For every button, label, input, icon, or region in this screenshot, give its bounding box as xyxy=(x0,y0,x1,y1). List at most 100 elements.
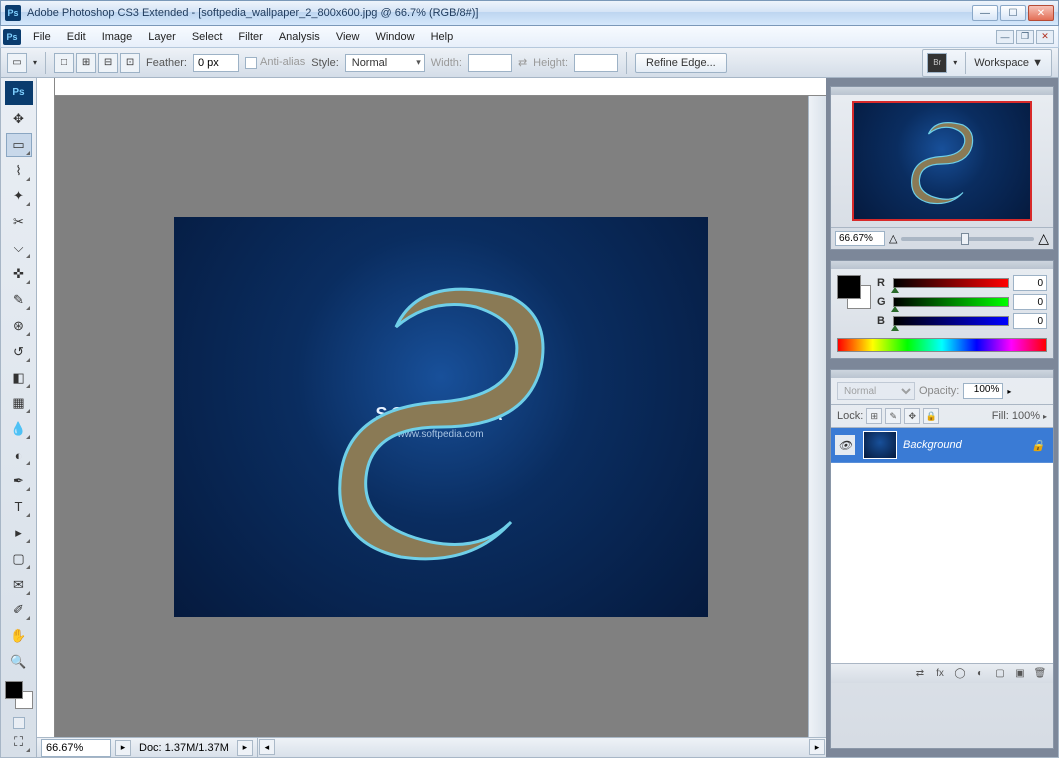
app-menu-icon[interactable]: Ps xyxy=(3,29,21,45)
menu-file[interactable]: File xyxy=(25,29,59,45)
screen-mode-toggle[interactable]: ⛶ xyxy=(6,730,32,754)
doc-minimize-button[interactable]: — xyxy=(996,30,1014,44)
status-menu-icon[interactable]: ▸ xyxy=(115,740,131,756)
ruler-horizontal[interactable] xyxy=(37,78,826,96)
lock-position-icon[interactable]: ✥ xyxy=(904,408,920,424)
navigator-zoom-slider[interactable] xyxy=(901,237,1034,241)
path-select-tool[interactable]: ▸ xyxy=(6,521,32,545)
sel-subtract-icon[interactable]: ⊟ xyxy=(98,53,118,73)
eyedropper-tool[interactable]: ✐ xyxy=(6,599,32,623)
notes-tool[interactable]: ✉ xyxy=(6,573,32,597)
menu-analysis[interactable]: Analysis xyxy=(271,29,328,45)
b-input[interactable] xyxy=(1013,313,1047,329)
new-layer-icon[interactable]: ▣ xyxy=(1011,666,1029,682)
layer-thumbnail[interactable] xyxy=(863,431,897,459)
navigator-zoom-input[interactable]: 66.67% xyxy=(835,231,885,246)
b-slider[interactable] xyxy=(893,316,1009,326)
menu-image[interactable]: Image xyxy=(94,29,141,45)
sel-intersect-icon[interactable]: ⊡ xyxy=(120,53,140,73)
fill-flyout-icon[interactable]: ▸ xyxy=(1043,412,1047,421)
shape-tool[interactable]: ▢ xyxy=(6,547,32,571)
opacity-flyout-icon[interactable]: ▸ xyxy=(1007,387,1011,396)
scroll-left-icon[interactable]: ◂ xyxy=(259,739,275,755)
lock-all-icon[interactable]: 🔒 xyxy=(923,408,939,424)
zoom-tool[interactable]: 🔍 xyxy=(6,650,32,674)
r-input[interactable] xyxy=(1013,275,1047,291)
marquee-tool-preset-icon[interactable]: ▭ xyxy=(7,53,27,73)
stamp-tool[interactable]: ⊛ xyxy=(6,314,32,338)
adjustment-layer-icon[interactable]: ◐ xyxy=(971,666,989,682)
layer-visibility-icon[interactable]: 👁 xyxy=(835,435,855,455)
menu-window[interactable]: Window xyxy=(367,29,422,45)
layers-panel-grip[interactable] xyxy=(831,370,1053,378)
move-tool[interactable]: ✥ xyxy=(6,107,32,131)
r-slider[interactable] xyxy=(893,278,1009,288)
hand-tool[interactable]: ✋ xyxy=(6,624,32,648)
maximize-button[interactable]: ☐ xyxy=(1000,5,1026,21)
dodge-tool[interactable]: ◐ xyxy=(6,443,32,467)
menu-edit[interactable]: Edit xyxy=(59,29,94,45)
workspace-switcher[interactable]: Br ▾ Workspace ▼ xyxy=(922,49,1052,77)
pen-tool[interactable]: ✒ xyxy=(6,469,32,493)
scrollbar-vertical[interactable] xyxy=(808,96,826,737)
zoom-level-input[interactable]: 66.67% xyxy=(41,739,111,757)
group-icon[interactable]: ▢ xyxy=(991,666,1009,682)
delete-layer-icon[interactable]: 🗑 xyxy=(1031,666,1049,682)
eraser-tool[interactable]: ◧ xyxy=(6,366,32,390)
layer-mask-icon[interactable]: ◯ xyxy=(951,666,969,682)
healing-tool[interactable]: ✜ xyxy=(6,262,32,286)
gradient-tool[interactable]: ▦ xyxy=(6,392,32,416)
type-tool[interactable]: T xyxy=(6,495,32,519)
refine-edge-button[interactable]: Refine Edge... xyxy=(635,53,727,73)
zoom-out-icon[interactable]: △ xyxy=(889,232,897,245)
layer-style-icon[interactable]: fx xyxy=(931,666,949,682)
crop-tool[interactable]: ✂ xyxy=(6,210,32,234)
menu-view[interactable]: View xyxy=(328,29,368,45)
lasso-tool[interactable]: ⌇ xyxy=(6,159,32,183)
slice-tool[interactable]: ⌵ xyxy=(6,236,32,260)
navigator-panel-grip[interactable] xyxy=(831,87,1053,95)
link-layers-icon[interactable]: ⇄ xyxy=(911,666,929,682)
g-slider[interactable] xyxy=(893,297,1009,307)
fill-input[interactable]: 100% xyxy=(1012,410,1040,422)
doc-restore-button[interactable]: ❐ xyxy=(1016,30,1034,44)
ruler-origin[interactable] xyxy=(37,78,55,96)
doc-close-button[interactable]: ✕ xyxy=(1036,30,1054,44)
menu-help[interactable]: Help xyxy=(423,29,462,45)
navigator-thumbnail[interactable] xyxy=(852,101,1032,221)
lock-transparency-icon[interactable]: ⊞ xyxy=(866,408,882,424)
layer-row-background[interactable]: 👁 Background 🔒 xyxy=(831,428,1053,463)
color-panel-grip[interactable] xyxy=(831,261,1053,269)
marquee-tool[interactable]: ▭ xyxy=(6,133,32,157)
scrollbar-horizontal[interactable]: ◂ ▸ xyxy=(257,738,826,757)
blend-mode-select[interactable]: Normal xyxy=(837,382,915,400)
history-brush-tool[interactable]: ↺ xyxy=(6,340,32,364)
minimize-button[interactable]: — xyxy=(972,5,998,21)
quick-mask-toggle[interactable] xyxy=(13,717,25,729)
foreground-color-swatch[interactable] xyxy=(5,681,23,699)
feather-input[interactable] xyxy=(193,54,239,72)
wand-tool[interactable]: ✦ xyxy=(6,185,32,209)
color-panel-swatches[interactable] xyxy=(837,275,871,309)
menu-select[interactable]: Select xyxy=(184,29,231,45)
scroll-right-icon[interactable]: ▸ xyxy=(809,739,825,755)
close-button[interactable]: ✕ xyxy=(1028,5,1054,21)
zoom-in-icon[interactable]: △ xyxy=(1038,230,1049,247)
layer-name[interactable]: Background xyxy=(903,439,962,451)
status-popup-icon[interactable]: ▸ xyxy=(237,740,253,756)
g-input[interactable] xyxy=(1013,294,1047,310)
document-viewport[interactable]: SOFTPEDIA www.softpedia.com xyxy=(55,96,826,737)
blur-tool[interactable]: 💧 xyxy=(6,417,32,441)
menu-filter[interactable]: Filter xyxy=(230,29,270,45)
bridge-icon[interactable]: Br xyxy=(927,53,947,73)
color-swatches[interactable] xyxy=(5,681,33,709)
sel-new-icon[interactable]: □ xyxy=(54,53,74,73)
sel-add-icon[interactable]: ⊞ xyxy=(76,53,96,73)
menu-layer[interactable]: Layer xyxy=(140,29,184,45)
lock-pixels-icon[interactable]: ✎ xyxy=(885,408,901,424)
style-select[interactable]: Normal xyxy=(345,54,425,72)
color-spectrum[interactable] xyxy=(837,338,1047,352)
ruler-vertical[interactable] xyxy=(37,96,55,737)
brush-tool[interactable]: ✎ xyxy=(6,288,32,312)
opacity-input[interactable]: 100% xyxy=(963,383,1003,399)
